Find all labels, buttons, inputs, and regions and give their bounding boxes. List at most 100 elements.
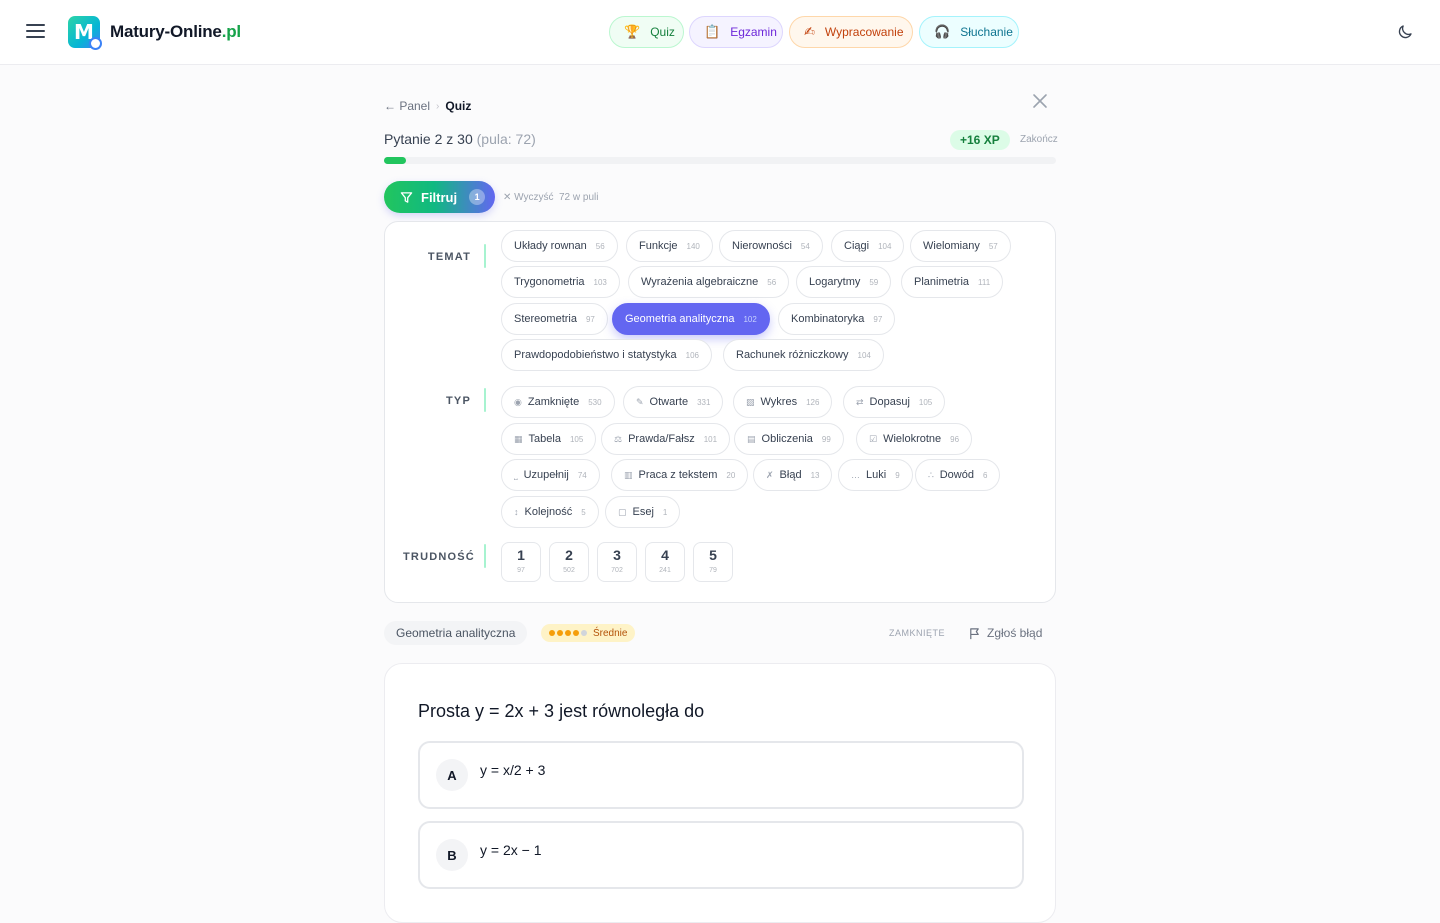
type-chip[interactable]: ✎ Otwarte 331: [623, 386, 724, 418]
answer-option-b[interactable]: B y = 2x − 1: [418, 821, 1024, 889]
swap-arrows-icon: ⇄: [856, 396, 864, 407]
question-text: Prosta y = 2x + 3 jest równoległa do: [418, 701, 705, 721]
type-chip[interactable]: ↕ Kolejność 5: [501, 496, 599, 528]
answer-text: y = x/2 + 3: [480, 762, 546, 778]
topic-chip[interactable]: Rachunek różniczkowy 104: [723, 339, 884, 371]
report-error-button[interactable]: Zgłoś błąd: [968, 626, 1042, 640]
type-chip[interactable]: ⇄ Dopasuj 105: [843, 386, 946, 418]
menu-icon[interactable]: [26, 22, 46, 40]
question-topic-tag: Geometria analityczna: [384, 621, 528, 645]
difficulty-dot: [581, 630, 587, 636]
topic-chip[interactable]: Wyrażenia algebraiczne 56: [628, 266, 790, 298]
topic-chip[interactable]: Funkcje 140: [626, 230, 713, 262]
closed-question-icon: ◉: [514, 396, 522, 407]
type-chip[interactable]: ∴ Dowód 6: [915, 459, 1001, 491]
topic-chip[interactable]: Wielomiany 57: [910, 230, 1011, 262]
brand-name[interactable]: Matury-Online.pl: [110, 22, 241, 42]
type-chip[interactable]: ⚖ Prawda/Fałsz 101: [601, 423, 731, 455]
difficulty-option[interactable]: 5 79: [693, 542, 733, 582]
difficulty-option[interactable]: 3 702: [597, 542, 637, 582]
nav-exam[interactable]: 📋 Egzamin: [689, 16, 783, 48]
answer-letter: B: [436, 839, 468, 871]
topic-chip[interactable]: Prawdopodobieństwo i statystyka 106: [501, 339, 713, 371]
therefore-icon: ∴: [928, 469, 934, 480]
filter-button[interactable]: Filtruj 1: [384, 181, 495, 213]
clear-filters-button[interactable]: ✕ Wyczyść: [503, 192, 554, 203]
type-chip[interactable]: ☑ Wielokrotne 96: [856, 423, 973, 455]
type-chip[interactable]: ◉ Zamknięte 530: [501, 386, 615, 418]
type-chip[interactable]: ▤ Obliczenia 99: [734, 423, 844, 455]
breadcrumb-back-link[interactable]: ← Panel: [384, 99, 430, 113]
filter-panel: TEMAT TYP TRUDNOŚĆ Układy rownan 56 Funkc…: [384, 221, 1056, 603]
filter-funnel-icon: [400, 191, 413, 203]
type-chip[interactable]: ▨ Wykres 126: [733, 386, 833, 418]
scales-icon: ⚖: [614, 433, 623, 444]
topic-chip[interactable]: Logarytmy 59: [796, 266, 892, 298]
logo[interactable]: M: [68, 16, 102, 50]
type-chip[interactable]: ⎵ Uzupełnij 74: [501, 459, 600, 491]
type-chip[interactable]: ▢ Esej 1: [605, 496, 681, 528]
close-icon[interactable]: [1031, 92, 1049, 110]
ellipsis-icon: …: [851, 470, 860, 480]
difficulty-option[interactable]: 1 97: [501, 542, 541, 582]
question-type-label: ZAMKNIĘTE: [889, 628, 946, 638]
flag-icon: [970, 627, 979, 639]
topic-chip[interactable]: Ciągi 104: [831, 230, 905, 262]
topic-chip-active[interactable]: Geometria analityczna 102: [612, 303, 770, 335]
difficulty-dots: [549, 630, 587, 636]
nav-listening[interactable]: 🎧 Słuchanie: [919, 16, 1019, 48]
section-type-bar: [484, 388, 486, 412]
top-header: M Matury-Online.pl 🏆 Quiz 📋 Egzamin ✍ Wy…: [0, 0, 1440, 65]
answer-option-a[interactable]: A y = x/2 + 3: [418, 741, 1024, 809]
error-x-icon: ✗: [766, 469, 774, 480]
trophy-icon: 🏆: [624, 24, 641, 39]
difficulty-dot: [565, 630, 571, 636]
answer-text: y = 2x − 1: [480, 842, 542, 858]
clipboard-icon: 📋: [704, 24, 721, 39]
difficulty-dot: [557, 630, 563, 636]
writing-hand-icon: ✍: [804, 24, 815, 39]
logo-check-icon: [89, 37, 102, 50]
dark-mode-moon-icon[interactable]: [1396, 23, 1414, 41]
sort-order-icon: ↕: [514, 507, 519, 517]
xp-badge: +16 XP: [950, 130, 1010, 150]
pencil-icon: ✎: [636, 396, 644, 407]
topic-chip[interactable]: Kombinatoryka 97: [778, 303, 896, 335]
progress-bar-fill: [384, 157, 407, 164]
finish-button[interactable]: Zakończ: [1020, 134, 1058, 145]
nav-essay[interactable]: ✍ Wypracowanie: [789, 16, 913, 48]
type-chip[interactable]: ✗ Błąd 13: [753, 459, 833, 491]
answer-letter: A: [436, 759, 468, 791]
section-type-label: TYP: [446, 395, 471, 407]
checkbox-icon: ☑: [869, 433, 878, 444]
type-chip[interactable]: … Luki 9: [838, 459, 913, 491]
progress-bar: [384, 157, 1056, 164]
chart-icon: ▨: [746, 396, 755, 407]
calculator-icon: ▤: [747, 433, 756, 444]
difficulty-dot: [549, 630, 555, 636]
pool-count: 72 w puli: [559, 192, 599, 203]
section-difficulty-bar: [484, 544, 486, 568]
difficulty-option[interactable]: 4 241: [645, 542, 685, 582]
question-difficulty-tag: Średnie: [541, 624, 636, 642]
breadcrumb: ← Panel › Quiz: [384, 99, 471, 113]
topic-chip[interactable]: Stereometria 97: [501, 303, 608, 335]
topic-chip[interactable]: Planimetria 111: [901, 266, 1004, 298]
text-columns-icon: ▥: [624, 469, 633, 480]
question-counter: Pytanie 2 z 30 (pula: 72): [384, 131, 536, 147]
section-topic-bar: [484, 244, 486, 268]
question-card: Prosta y = 2x + 3 jest równoległa do A y…: [384, 663, 1056, 923]
topic-chip[interactable]: Trygonometria 103: [501, 266, 620, 298]
breadcrumb-current: Quiz: [445, 99, 472, 113]
breadcrumb-separator-icon: ›: [436, 100, 440, 112]
topic-chip[interactable]: Układy rownan 56: [501, 230, 618, 262]
type-chip[interactable]: ▦ Tabela 105: [501, 423, 597, 455]
filter-count-badge: 1: [469, 189, 486, 205]
difficulty-dot: [573, 630, 579, 636]
topic-chip[interactable]: Nierowności 54: [719, 230, 823, 262]
difficulty-option[interactable]: 2 502: [549, 542, 589, 582]
type-chip[interactable]: ▥ Praca z tekstem 20: [611, 459, 749, 491]
nav-quiz[interactable]: 🏆 Quiz: [609, 16, 684, 48]
section-difficulty-label: TRUDNOŚĆ: [403, 551, 475, 563]
headphones-icon: 🎧: [934, 24, 951, 39]
